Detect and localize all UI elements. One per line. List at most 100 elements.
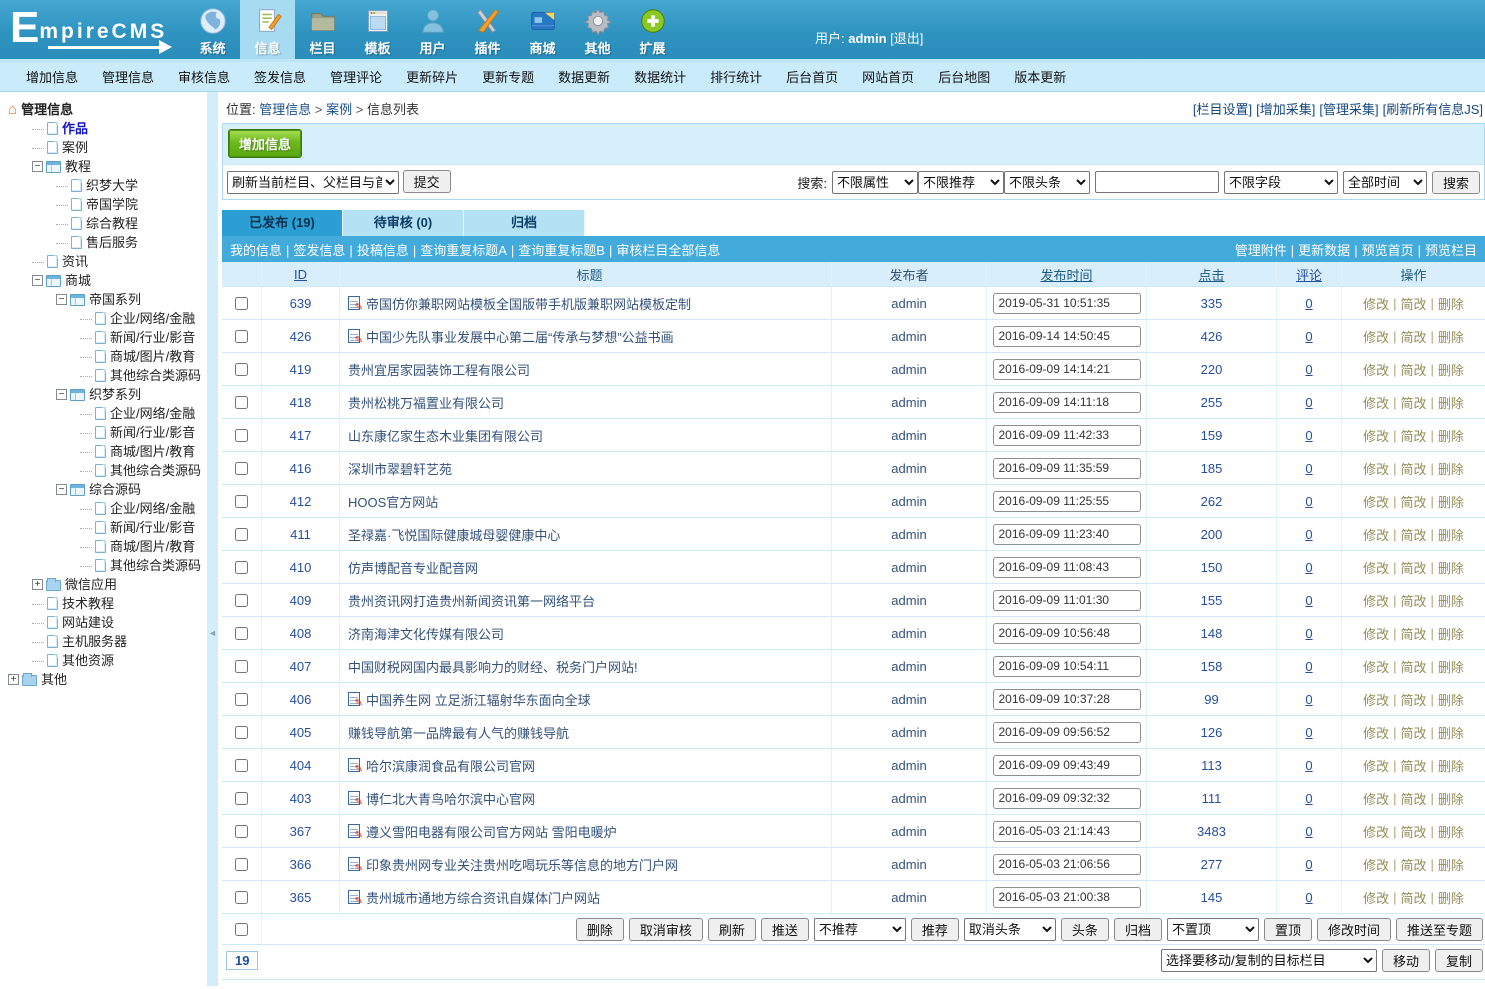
row-time-input[interactable] [993,755,1141,776]
sidebar-tree-item[interactable]: 企业/网络/金融 [6,499,207,518]
linkbar-link[interactable]: 查询重复标题B [518,243,605,258]
sidebar-tree-item[interactable]: 新闻/行业/影音 [6,328,207,347]
row-title-link[interactable]: 贵州城市通地方综合资讯自媒体门户网站 [366,888,600,907]
row-quickedit-link[interactable]: 简改 [1400,327,1426,346]
row-quickedit-link[interactable]: 简改 [1400,789,1426,808]
top-nav-item[interactable]: 商城 [515,0,570,59]
row-time-input[interactable] [993,293,1141,314]
sidebar-tree-item[interactable]: 其他综合类源码 [6,366,207,385]
row-title-link[interactable]: HOOS官方网站 [348,492,438,511]
row-quickedit-link[interactable]: 简改 [1400,426,1426,445]
sidebar-tree-item[interactable]: 售后服务 [6,233,207,252]
tab[interactable]: 待审核 (0) [343,210,464,236]
row-title-link[interactable]: 遵义雪阳电器有限公司官方网站 雪阳电暖炉 [366,822,617,841]
row-delete-link[interactable]: 删除 [1438,459,1464,478]
sidebar-tree-item[interactable]: 其他资源 [6,651,207,670]
sidebar-tree-item[interactable]: ⌂ 管理信息 [6,100,207,119]
row-time-input[interactable] [993,326,1141,347]
row-time-input[interactable] [993,656,1141,677]
row-id-link[interactable]: 404 [290,758,312,773]
row-checkbox[interactable] [235,495,248,508]
row-checkbox[interactable] [235,825,248,838]
row-delete-link[interactable]: 删除 [1438,855,1464,874]
linkbar-link[interactable]: 预览首页 [1362,243,1414,258]
breadcrumb-link[interactable]: 案例 [326,102,352,117]
sidebar-splitter[interactable]: ◄ [207,92,218,986]
sidebar-tree-item[interactable]: 织梦大学 [6,176,207,195]
row-comments-link[interactable]: 0 [1305,659,1312,674]
row-comments-link[interactable]: 0 [1305,791,1312,806]
sidebar-tree-item[interactable]: − 教程 [6,157,207,176]
row-quickedit-link[interactable]: 简改 [1400,690,1426,709]
row-edit-link[interactable]: 修改 [1363,888,1389,907]
row-time-input[interactable] [993,524,1141,545]
row-id-link[interactable]: 365 [290,890,312,905]
row-delete-link[interactable]: 删除 [1438,690,1464,709]
row-edit-link[interactable]: 修改 [1363,822,1389,841]
row-quickedit-link[interactable]: 简改 [1400,393,1426,412]
row-comments-link[interactable]: 0 [1305,329,1312,344]
row-id-link[interactable]: 411 [290,527,311,542]
row-quickedit-link[interactable]: 简改 [1400,888,1426,907]
top-nav-item[interactable]: 栏目 [295,0,350,59]
row-id-link[interactable]: 366 [290,857,312,872]
row-delete-link[interactable]: 删除 [1438,822,1464,841]
header-action-link[interactable]: [管理采集] [1319,102,1378,117]
row-checkbox[interactable] [235,528,248,541]
row-edit-link[interactable]: 修改 [1363,360,1389,379]
menubar-item[interactable]: 排行统计 [698,67,774,86]
collapse-sidebar-icon[interactable]: ◄ [208,628,217,638]
row-edit-link[interactable]: 修改 [1363,525,1389,544]
row-checkbox[interactable] [235,297,248,310]
keyword-input[interactable] [1095,171,1219,193]
row-delete-link[interactable]: 删除 [1438,657,1464,676]
modify-time-button[interactable]: 修改时间 [1317,918,1391,941]
row-title-link[interactable]: 济南海津文化传媒有限公司 [348,624,504,643]
row-checkbox[interactable] [235,726,248,739]
row-title-link[interactable]: 中国少先队事业发展中心第二届“传承与梦想”公益书画 [366,327,674,346]
top-nav-item[interactable]: 插件 [460,0,515,59]
breadcrumb-link[interactable]: 管理信息 [259,102,311,117]
row-id-link[interactable]: 367 [290,824,312,839]
row-id-link[interactable]: 419 [290,362,312,377]
sidebar-tree-item[interactable]: + 微信应用 [6,575,207,594]
row-edit-link[interactable]: 修改 [1363,624,1389,643]
cancel-audit-button[interactable]: 取消审核 [629,918,703,941]
attribute-filter-select[interactable]: 不限属性 [832,171,918,194]
menubar-item[interactable]: 版本更新 [1002,67,1078,86]
sidebar-tree-item[interactable]: − 综合源码 [6,480,207,499]
row-comments-link[interactable]: 0 [1305,296,1312,311]
top-nav-item[interactable]: 用户 [405,0,460,59]
menubar-item[interactable]: 更新碎片 [394,67,470,86]
row-checkbox[interactable] [235,759,248,772]
menubar-item[interactable]: 网站首页 [850,67,926,86]
row-checkbox[interactable] [235,660,248,673]
submit-button[interactable]: 提交 [403,170,451,193]
menubar-item[interactable]: 管理信息 [90,67,166,86]
row-delete-link[interactable]: 删除 [1438,888,1464,907]
row-time-input[interactable] [993,623,1141,644]
row-edit-link[interactable]: 修改 [1363,657,1389,676]
row-quickedit-link[interactable]: 简改 [1400,294,1426,313]
tab[interactable]: 归档 [464,210,585,236]
row-quickedit-link[interactable]: 简改 [1400,855,1426,874]
row-title-link[interactable]: 仿声博配音专业配音网 [348,558,478,577]
row-title-link[interactable]: 赚钱导航第一品牌最有人气的赚钱导航 [348,723,569,742]
header-action-link[interactable]: [栏目设置] [1193,102,1252,117]
row-delete-link[interactable]: 删除 [1438,327,1464,346]
tree-toggle-icon[interactable]: + [32,579,43,590]
row-title-link[interactable]: 中国养生网 立足浙江辐射华东面向全球 [366,690,591,709]
linkbar-link[interactable]: 投稿信息 [357,243,409,258]
row-time-input[interactable] [993,557,1141,578]
row-comments-link[interactable]: 0 [1305,857,1312,872]
row-comments-link[interactable]: 0 [1305,758,1312,773]
move-target-select[interactable]: 选择要移动/复制的目标栏目 [1161,949,1377,972]
row-time-input[interactable] [993,887,1141,908]
row-id-link[interactable]: 403 [290,791,312,806]
tree-toggle-icon[interactable]: − [32,161,43,172]
row-quickedit-link[interactable]: 简改 [1400,657,1426,676]
sidebar-tree-item[interactable]: 技术教程 [6,594,207,613]
row-checkbox[interactable] [235,792,248,805]
settop-button[interactable]: 置顶 [1264,918,1312,941]
row-quickedit-link[interactable]: 简改 [1400,558,1426,577]
